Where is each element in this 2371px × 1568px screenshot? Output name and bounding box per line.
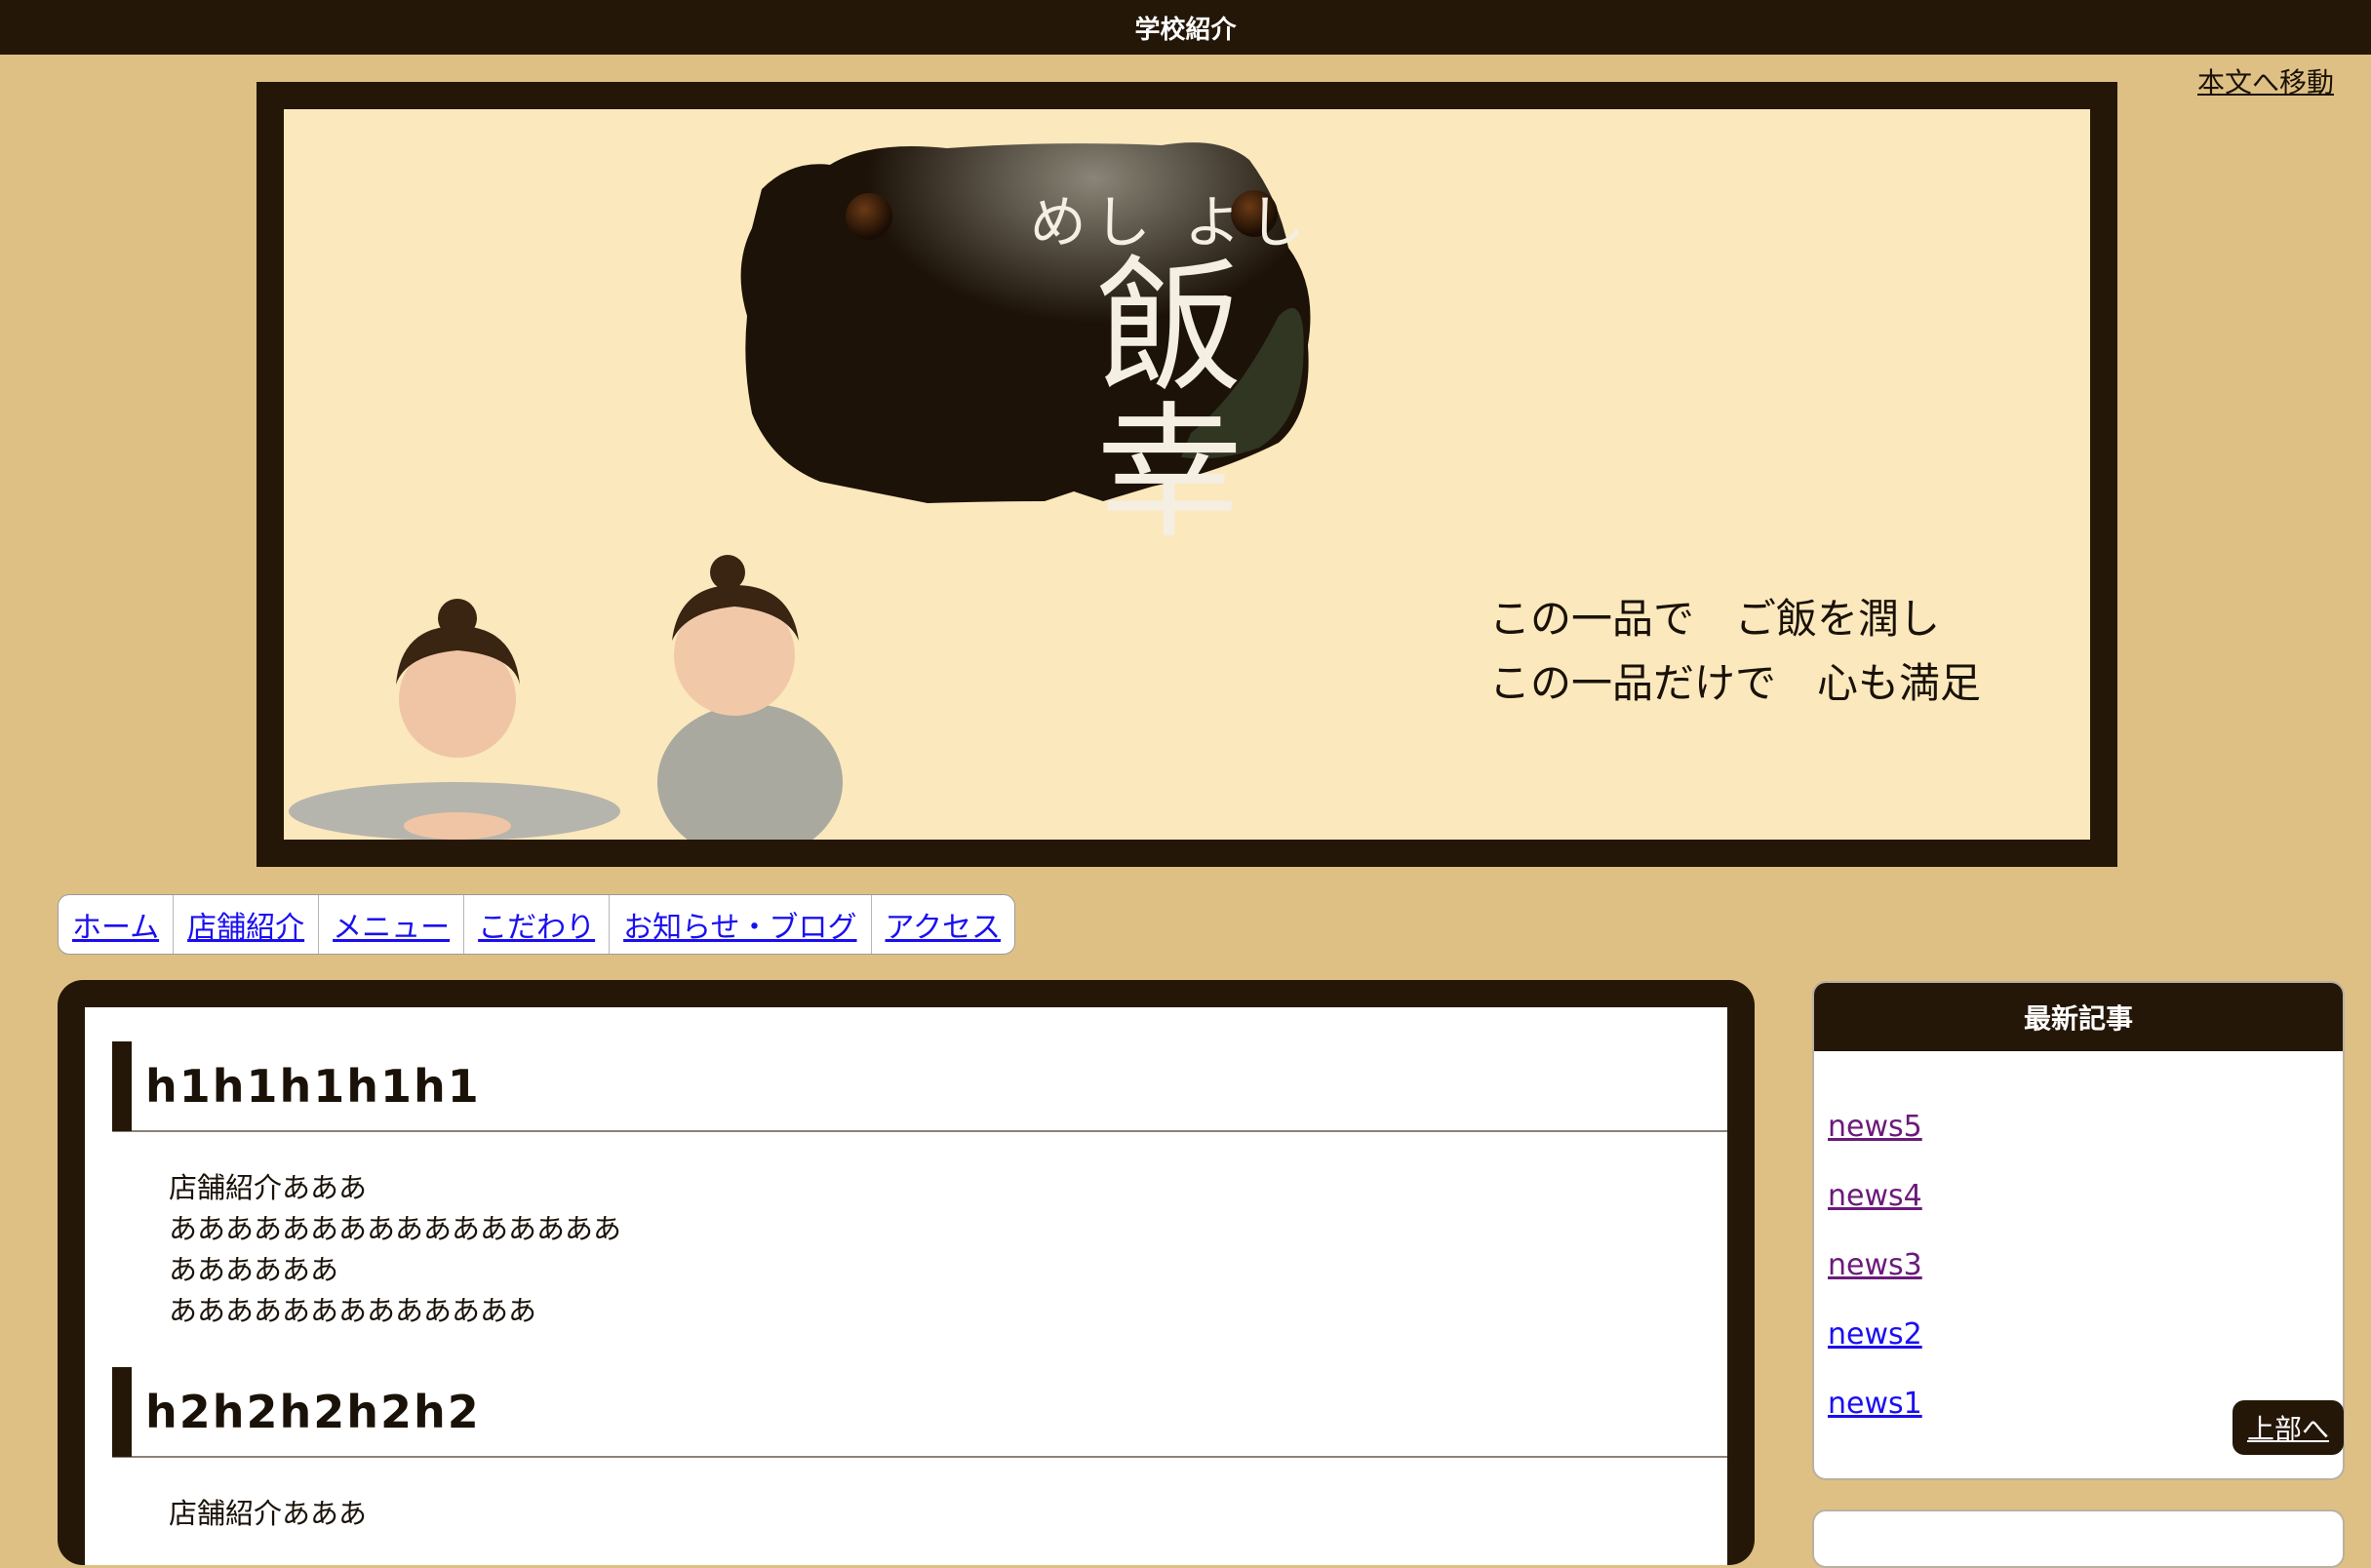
secondary-sidebar-box <box>1812 1509 2345 1568</box>
content-section: h2h2h2h2h2 店舗紹介あああ <box>85 1367 1727 1534</box>
list-item: news4 <box>1828 1179 2343 1248</box>
tagline: この一品で ご飯を潤し この一品だけで 心も満足 <box>1489 587 1981 716</box>
list-item: news2 <box>1828 1317 2343 1387</box>
shop-sign-text: めし よし 飯幸 <box>1025 191 1318 559</box>
skip-to-content-link[interactable]: 本文へ移動 <box>2197 61 2334 100</box>
nav-item-menu[interactable]: メニュー <box>319 895 465 954</box>
banner-image: めし よし 飯幸 この一品で ご飯を潤し この一品だけで 心も満足 <box>284 109 2090 840</box>
shop-name: 飯幸 <box>1095 242 1246 559</box>
nav-item-commitment[interactable]: こだわり <box>464 895 611 954</box>
children-photo <box>289 555 843 840</box>
nav-item-access[interactable]: アクセス <box>872 895 1014 954</box>
latest-articles-title: 最新記事 <box>1814 983 2343 1051</box>
nav-item-home[interactable]: ホーム <box>59 895 175 954</box>
section-text: 店舗紹介あああ ああああああああああああああああ ああああああ ああああああああ… <box>169 1167 1727 1331</box>
text-line: 店舗紹介あああ <box>169 1497 368 1530</box>
main-content-frame: h1h1h1h1h1 店舗紹介あああ ああああああああああああああああ ああああ… <box>58 980 1755 1565</box>
text-line: ああああああ <box>169 1253 339 1286</box>
window-title-bar: 学校紹介 <box>0 0 2371 55</box>
news-link[interactable]: news2 <box>1828 1317 1922 1352</box>
list-item: news3 <box>1828 1248 2343 1317</box>
news-list: news5 news4 news3 news2 news1 <box>1814 1051 2343 1456</box>
tagline-line-1: この一品で ご飯を潤し <box>1489 595 1941 643</box>
section-heading: h1h1h1h1h1 <box>112 1041 1727 1132</box>
text-line: 店舗紹介あああ <box>169 1171 368 1204</box>
content-section: h1h1h1h1h1 店舗紹介あああ ああああああああああああああああ ああああ… <box>85 1041 1727 1331</box>
section-text: 店舗紹介あああ <box>169 1493 1727 1534</box>
heading-accent-bar <box>112 1041 132 1131</box>
nav-item-news-blog[interactable]: お知らせ・ブログ <box>610 895 872 954</box>
main-nav: ホーム 店舗紹介 メニュー こだわり お知らせ・ブログ アクセス <box>58 894 1016 955</box>
window-title: 学校紹介 <box>1134 15 1237 45</box>
news-link[interactable]: news1 <box>1828 1387 1922 1421</box>
section-title: h1h1h1h1h1 <box>145 1060 481 1113</box>
news-link[interactable]: news4 <box>1828 1179 1922 1213</box>
section-heading: h2h2h2h2h2 <box>112 1367 1727 1458</box>
back-to-top-button[interactable]: 上部へ <box>2233 1400 2344 1455</box>
header-banner: めし よし 飯幸 この一品で ご飯を潤し この一品だけで 心も満足 <box>257 82 2117 867</box>
tagline-line-2: この一品だけで 心も満足 <box>1489 659 1982 707</box>
heading-accent-bar <box>112 1367 132 1457</box>
section-title: h2h2h2h2h2 <box>145 1386 481 1438</box>
list-item: news5 <box>1828 1110 2343 1179</box>
news-link[interactable]: news5 <box>1828 1110 1922 1144</box>
nav-item-shop-info[interactable]: 店舗紹介 <box>174 895 320 954</box>
main-content: h1h1h1h1h1 店舗紹介あああ ああああああああああああああああ ああああ… <box>85 1007 1727 1565</box>
text-line: ああああああああああああああああ <box>169 1212 622 1245</box>
news-link[interactable]: news3 <box>1828 1248 1922 1282</box>
text-line: あああああああああああああ <box>169 1294 537 1327</box>
